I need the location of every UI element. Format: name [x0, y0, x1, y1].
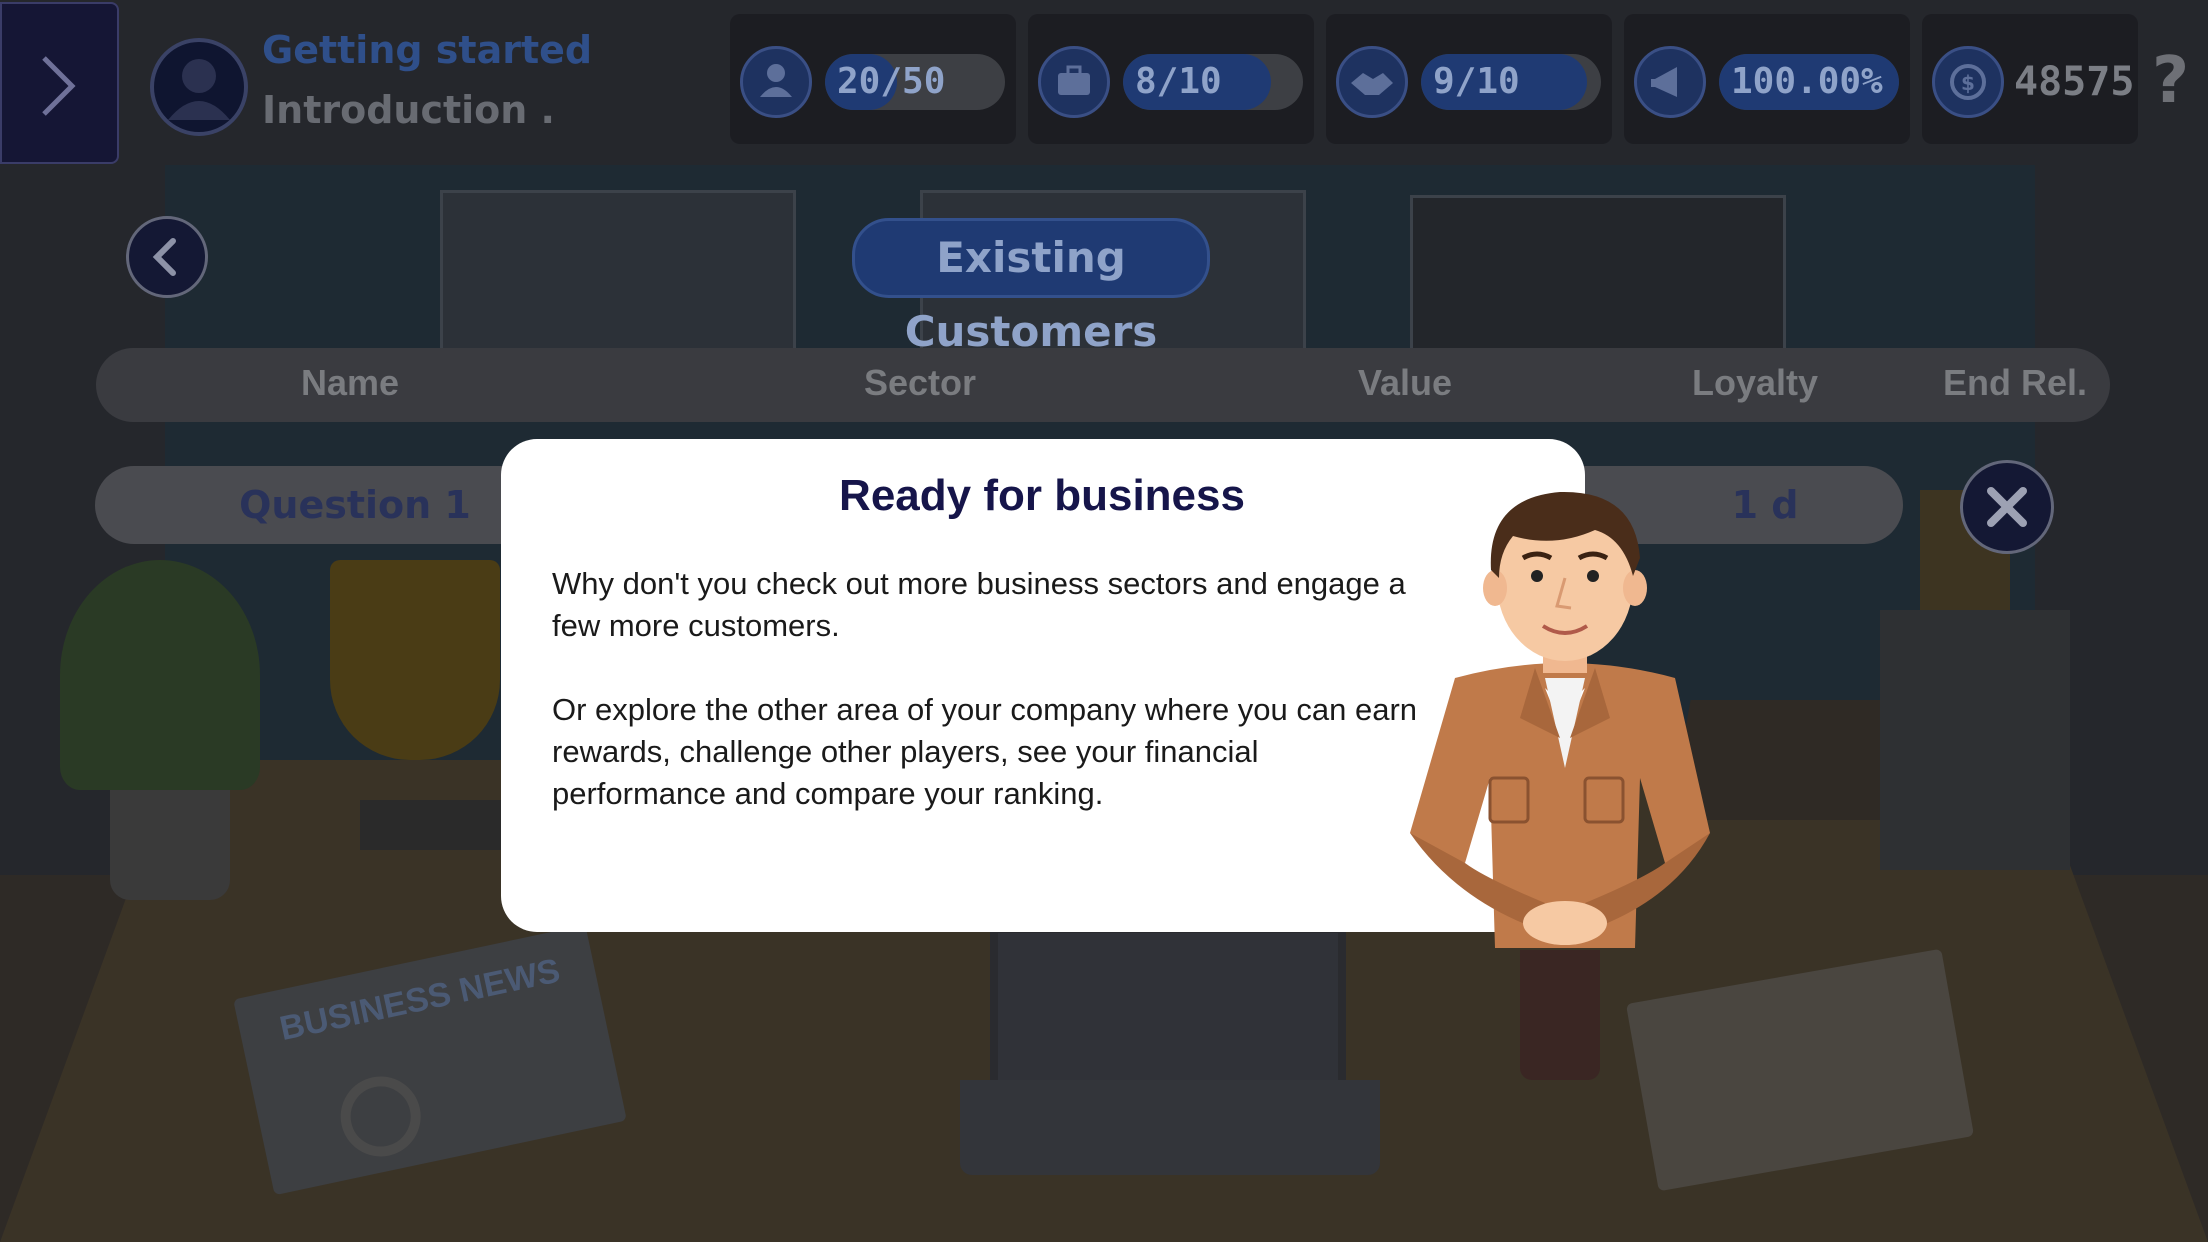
chevron-right-icon: [42, 56, 76, 116]
coin-icon: $: [1932, 46, 2004, 118]
stat-projects[interactable]: 8/10: [1028, 14, 1314, 144]
laptop-keyboard: [960, 1080, 1380, 1175]
level-subtitle: Introduction .: [262, 88, 555, 132]
row-name: Question 1: [239, 483, 471, 527]
trophy-base: [360, 800, 510, 850]
cabinet: [1880, 610, 2070, 870]
stat-marketing[interactable]: 100.00%: [1624, 14, 1910, 144]
stock-board: [1410, 195, 1786, 366]
stat-employees[interactable]: 20/50: [730, 14, 1016, 144]
close-icon: [1987, 487, 2027, 527]
column-value[interactable]: Value: [1305, 353, 1505, 413]
column-loyalty[interactable]: Loyalty: [1655, 353, 1855, 413]
stat-employees-value: 20/50: [837, 61, 946, 102]
coins-display[interactable]: $ 48575: [1922, 14, 2138, 144]
pie-chart-icon: [333, 1069, 429, 1164]
close-button[interactable]: [1960, 460, 2054, 554]
column-sector[interactable]: Sector: [820, 353, 1020, 413]
stat-marketing-bar: 100.00%: [1719, 54, 1899, 110]
panel-title: Existing Customers: [852, 218, 1210, 356]
level-title: Getting started: [262, 28, 593, 72]
coins-value: 48575: [2014, 59, 2135, 105]
trophy: [330, 560, 500, 760]
stat-customers[interactable]: 9/10: [1326, 14, 1612, 144]
dialog-paragraph-2: Or explore the other area of your compan…: [552, 692, 1418, 811]
menu-toggle-button[interactable]: [0, 2, 119, 164]
dialog-paragraph-1: Why don't you check out more business se…: [552, 566, 1406, 643]
stat-customers-value: 9/10: [1433, 61, 1520, 102]
advisor-character: [1410, 491, 1710, 948]
chevron-left-icon: [152, 238, 176, 276]
avatar[interactable]: [150, 38, 248, 136]
person-icon: [168, 59, 230, 120]
megaphone-icon: [1634, 46, 1706, 118]
plant: [60, 560, 260, 790]
svg-text:$: $: [1961, 71, 1975, 95]
person-icon: [740, 46, 812, 118]
plant-pot: [110, 790, 230, 900]
help-button[interactable]: ?: [2152, 44, 2189, 118]
laptop-screen: [990, 925, 1346, 1091]
column-end-rel[interactable]: End Rel.: [1915, 353, 2115, 413]
stat-projects-value: 8/10: [1135, 61, 1222, 102]
briefcase-icon: [1038, 46, 1110, 118]
stat-employees-bar: 20/50: [825, 54, 1005, 110]
stat-customers-bar: 9/10: [1421, 54, 1601, 110]
org-chart-board: [440, 190, 796, 366]
back-button[interactable]: [126, 216, 208, 298]
stat-marketing-value: 100.00%: [1731, 61, 1883, 102]
stat-projects-bar: 8/10: [1123, 54, 1303, 110]
coffee-cup: [1520, 950, 1600, 1080]
column-name[interactable]: Name: [250, 353, 450, 413]
handshake-icon: [1336, 46, 1408, 118]
